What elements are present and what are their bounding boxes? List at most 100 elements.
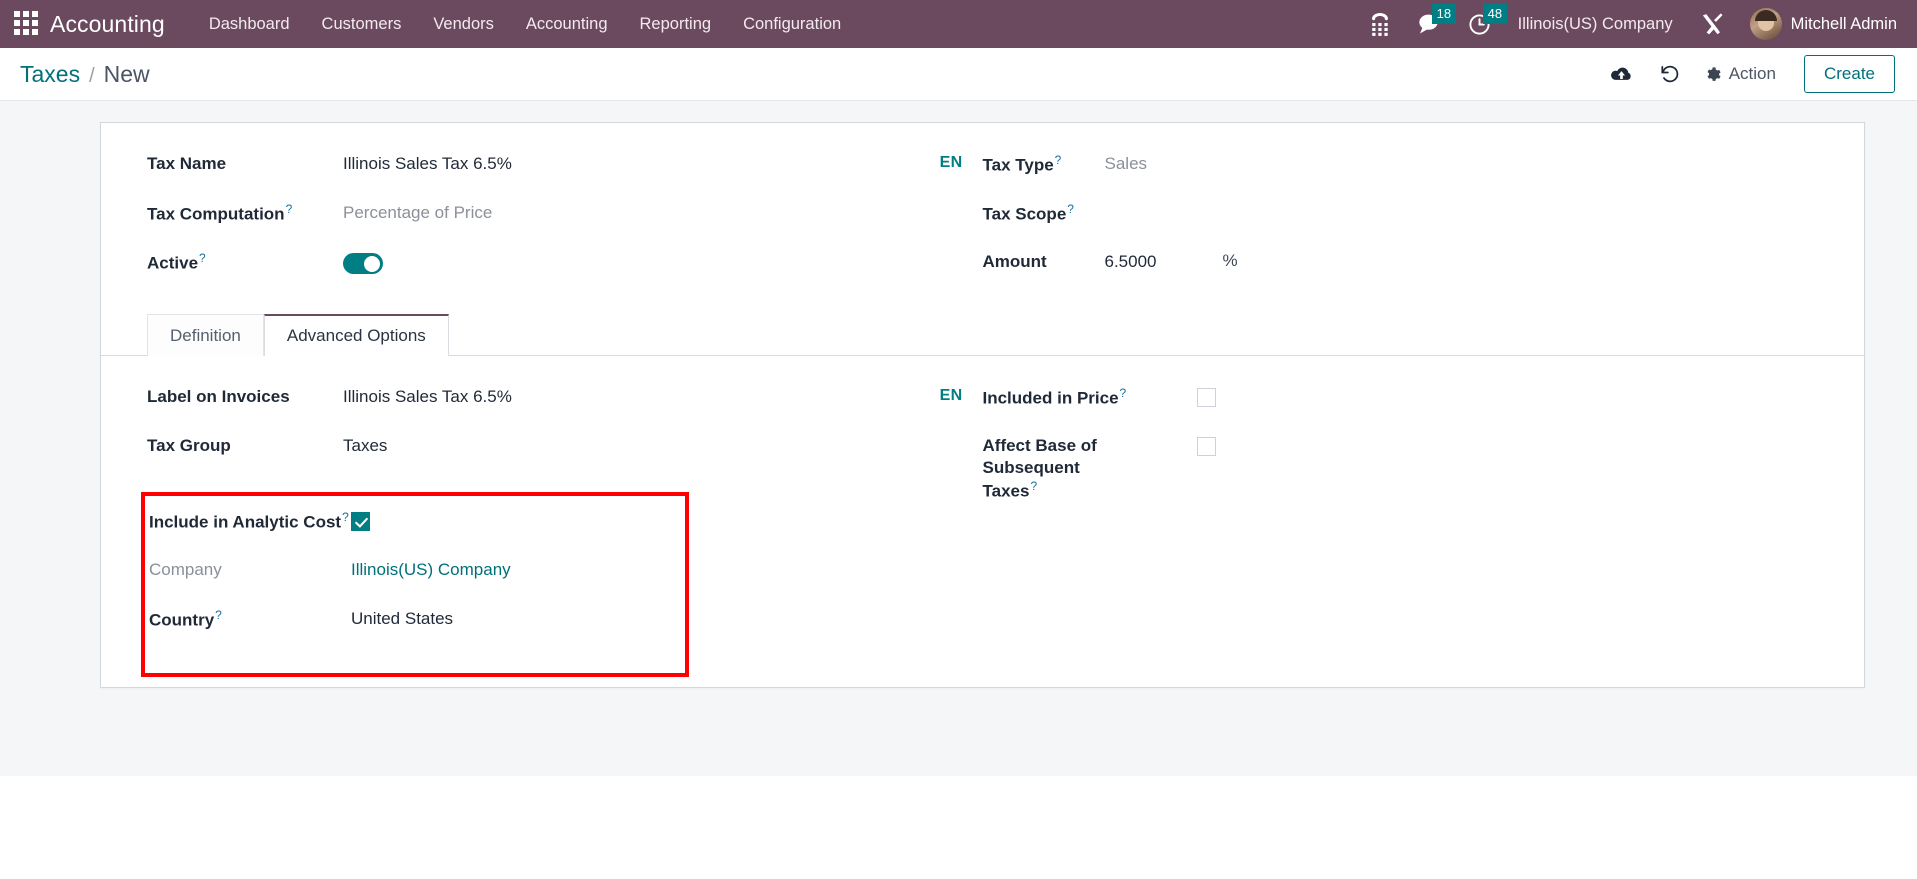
- gear-icon: [1707, 66, 1721, 81]
- breadcrumb-separator: /: [89, 64, 95, 87]
- field-value-label-on-invoices[interactable]: Illinois Sales Tax 6.5%: [343, 384, 512, 408]
- menu-item-customers[interactable]: Customers: [306, 0, 418, 48]
- page-bottom-area: [0, 776, 1917, 879]
- field-included-in-price: Included in Price?: [983, 384, 1799, 433]
- phone-dialpad-icon[interactable]: [1356, 0, 1404, 48]
- label-on-invoices-language-badge[interactable]: EN: [940, 384, 963, 405]
- tab-advanced-options[interactable]: Advanced Options: [263, 314, 449, 356]
- field-value-amount[interactable]: 6.5000: [1105, 249, 1223, 273]
- help-icon-active[interactable]: ?: [199, 251, 206, 265]
- field-value-tax-name[interactable]: Illinois Sales Tax 6.5%: [343, 151, 512, 175]
- field-label-tax-type-text: Tax Type: [982, 155, 1054, 175]
- field-include-in-analytic-cost: Include in Analytic Cost?: [149, 508, 685, 557]
- action-label: Action: [1728, 64, 1776, 83]
- field-label-affect-base-of-subsequent-taxes: Affect Base of Subsequent Taxes?: [983, 433, 1133, 503]
- field-tax-type: Tax Type? Sales: [983, 151, 1799, 200]
- help-icon-tax-computation[interactable]: ?: [286, 202, 293, 216]
- field-label-included-in-price-text: Included in Price: [982, 388, 1119, 408]
- menu-item-vendors[interactable]: Vendors: [417, 0, 510, 48]
- menu-item-reporting[interactable]: Reporting: [624, 0, 728, 48]
- action-menu[interactable]: Action: [1694, 64, 1792, 84]
- menu-item-accounting[interactable]: Accounting: [510, 0, 624, 48]
- tax-name-language-badge[interactable]: EN: [940, 151, 963, 172]
- field-tax-group: Tax Group Taxes: [147, 433, 963, 482]
- user-menu[interactable]: Mitchell Admin: [1738, 0, 1903, 48]
- menu-item-dashboard[interactable]: Dashboard: [193, 0, 306, 48]
- field-value-tax-group[interactable]: Taxes: [343, 433, 387, 457]
- field-tax-computation: Tax Computation? Percentage of Price: [147, 200, 963, 249]
- activities-count-badge: 48: [1482, 4, 1508, 24]
- help-icon-tax-type[interactable]: ?: [1055, 153, 1062, 167]
- save-button[interactable]: [1598, 56, 1646, 92]
- messages-menu[interactable]: 18: [1404, 0, 1457, 48]
- advanced-group-right: Included in Price? Affect Base of Subseq…: [983, 384, 1819, 677]
- affect-base-of-subsequent-taxes-checkbox[interactable]: [1196, 437, 1216, 456]
- field-value-country[interactable]: United States: [351, 606, 453, 630]
- field-label-amount: Amount: [982, 252, 1047, 271]
- advanced-groups: Label on Invoices Illinois Sales Tax 6.5…: [101, 384, 1864, 677]
- advanced-group-left: Label on Invoices Illinois Sales Tax 6.5…: [141, 384, 983, 677]
- form-group-left: Tax Name Illinois Sales Tax 6.5% EN Tax …: [147, 151, 983, 298]
- field-label-include-in-analytic-cost-text: Include in Analytic Cost: [149, 512, 342, 532]
- field-label-active: Active?: [147, 249, 343, 275]
- field-label-included-in-price: Included in Price?: [983, 384, 1197, 410]
- included-in-price-checkbox[interactable]: [1196, 388, 1216, 407]
- create-button[interactable]: Create: [1803, 55, 1895, 93]
- company-switcher[interactable]: Illinois(US) Company: [1504, 0, 1687, 48]
- form-notebook-tabs: Definition Advanced Options: [101, 314, 1864, 356]
- field-label-label-on-invoices: Label on Invoices: [147, 387, 290, 406]
- annotation-highlight-box: Include in Analytic Cost? Company Illino…: [141, 492, 689, 677]
- form-top-groups: Tax Name Illinois Sales Tax 6.5% EN Tax …: [101, 151, 1864, 298]
- help-icon-include-in-analytic-cost[interactable]: ?: [342, 510, 349, 524]
- field-label-on-invoices: Label on Invoices Illinois Sales Tax 6.5…: [147, 384, 963, 433]
- field-label-tax-computation-text: Tax Computation: [147, 204, 285, 224]
- field-tax-scope: Tax Scope?: [983, 200, 1799, 249]
- tab-panel-advanced-options: Label on Invoices Illinois Sales Tax 6.5…: [101, 356, 1864, 677]
- field-amount: Amount 6.5000 %: [983, 249, 1799, 298]
- app-brand-accounting[interactable]: Accounting: [50, 11, 165, 38]
- field-label-country-text: Country: [149, 610, 215, 630]
- page-body: Tax Name Illinois Sales Tax 6.5% EN Tax …: [0, 101, 1917, 776]
- user-name: Mitchell Admin: [1790, 14, 1897, 33]
- control-panel-actions: Action Create: [1598, 55, 1895, 93]
- field-label-active-text: Active: [147, 253, 199, 273]
- field-label-tax-scope-text: Tax Scope: [982, 204, 1067, 224]
- form-group-right: Tax Type? Sales Tax Scope? Amount 6.5000…: [983, 151, 1819, 298]
- include-in-analytic-cost-checkbox[interactable]: [351, 512, 370, 531]
- tools-wrench-icon[interactable]: [1687, 0, 1738, 48]
- form-sheet: Tax Name Illinois Sales Tax 6.5% EN Tax …: [100, 122, 1865, 688]
- main-menu: Dashboard Customers Vendors Accounting R…: [193, 0, 857, 48]
- field-label-tax-name: Tax Name: [147, 154, 227, 173]
- field-company: Company Illinois(US) Company: [149, 557, 685, 606]
- help-icon-country[interactable]: ?: [215, 608, 222, 622]
- tab-definition[interactable]: Definition: [147, 314, 264, 356]
- control-panel: Taxes / New Action Create: [0, 48, 1917, 101]
- breadcrumb-current-new: New: [103, 60, 150, 87]
- field-label-tax-computation: Tax Computation?: [147, 200, 343, 226]
- help-icon-tax-scope[interactable]: ?: [1067, 202, 1074, 216]
- field-label-tax-scope: Tax Scope?: [983, 200, 1105, 226]
- field-label-include-in-analytic-cost: Include in Analytic Cost?: [149, 508, 351, 534]
- navbar-right-section: 18 48 Illinois(US) Company Mitchell Admi…: [1356, 0, 1903, 48]
- apps-grid-icon[interactable]: [14, 11, 40, 37]
- breadcrumb-item-taxes[interactable]: Taxes: [20, 61, 80, 88]
- help-icon-affect-base-of-subsequent-taxes[interactable]: ?: [1030, 479, 1037, 493]
- field-label-affect-base-of-subsequent-taxes-text: Affect Base of Subsequent Taxes: [982, 436, 1097, 501]
- help-icon-included-in-price[interactable]: ?: [1120, 386, 1127, 400]
- field-label-country: Country?: [149, 606, 351, 632]
- field-value-tax-type[interactable]: Sales: [1105, 151, 1148, 175]
- field-label-company: Company: [149, 560, 222, 579]
- breadcrumb: Taxes / New: [20, 61, 150, 88]
- active-toggle[interactable]: [343, 253, 383, 274]
- field-value-tax-computation[interactable]: Percentage of Price: [343, 200, 492, 224]
- top-navbar: Accounting Dashboard Customers Vendors A…: [0, 0, 1917, 48]
- discard-button[interactable]: [1646, 56, 1694, 92]
- field-label-tax-group: Tax Group: [147, 436, 231, 455]
- field-active: Active?: [147, 249, 963, 298]
- field-label-tax-type: Tax Type?: [983, 151, 1105, 177]
- field-value-company[interactable]: Illinois(US) Company: [351, 557, 511, 581]
- menu-item-configuration[interactable]: Configuration: [727, 0, 857, 48]
- messages-count-badge: 18: [1431, 4, 1457, 24]
- field-country: Country? United States: [149, 606, 685, 655]
- activities-menu[interactable]: 48: [1455, 0, 1508, 48]
